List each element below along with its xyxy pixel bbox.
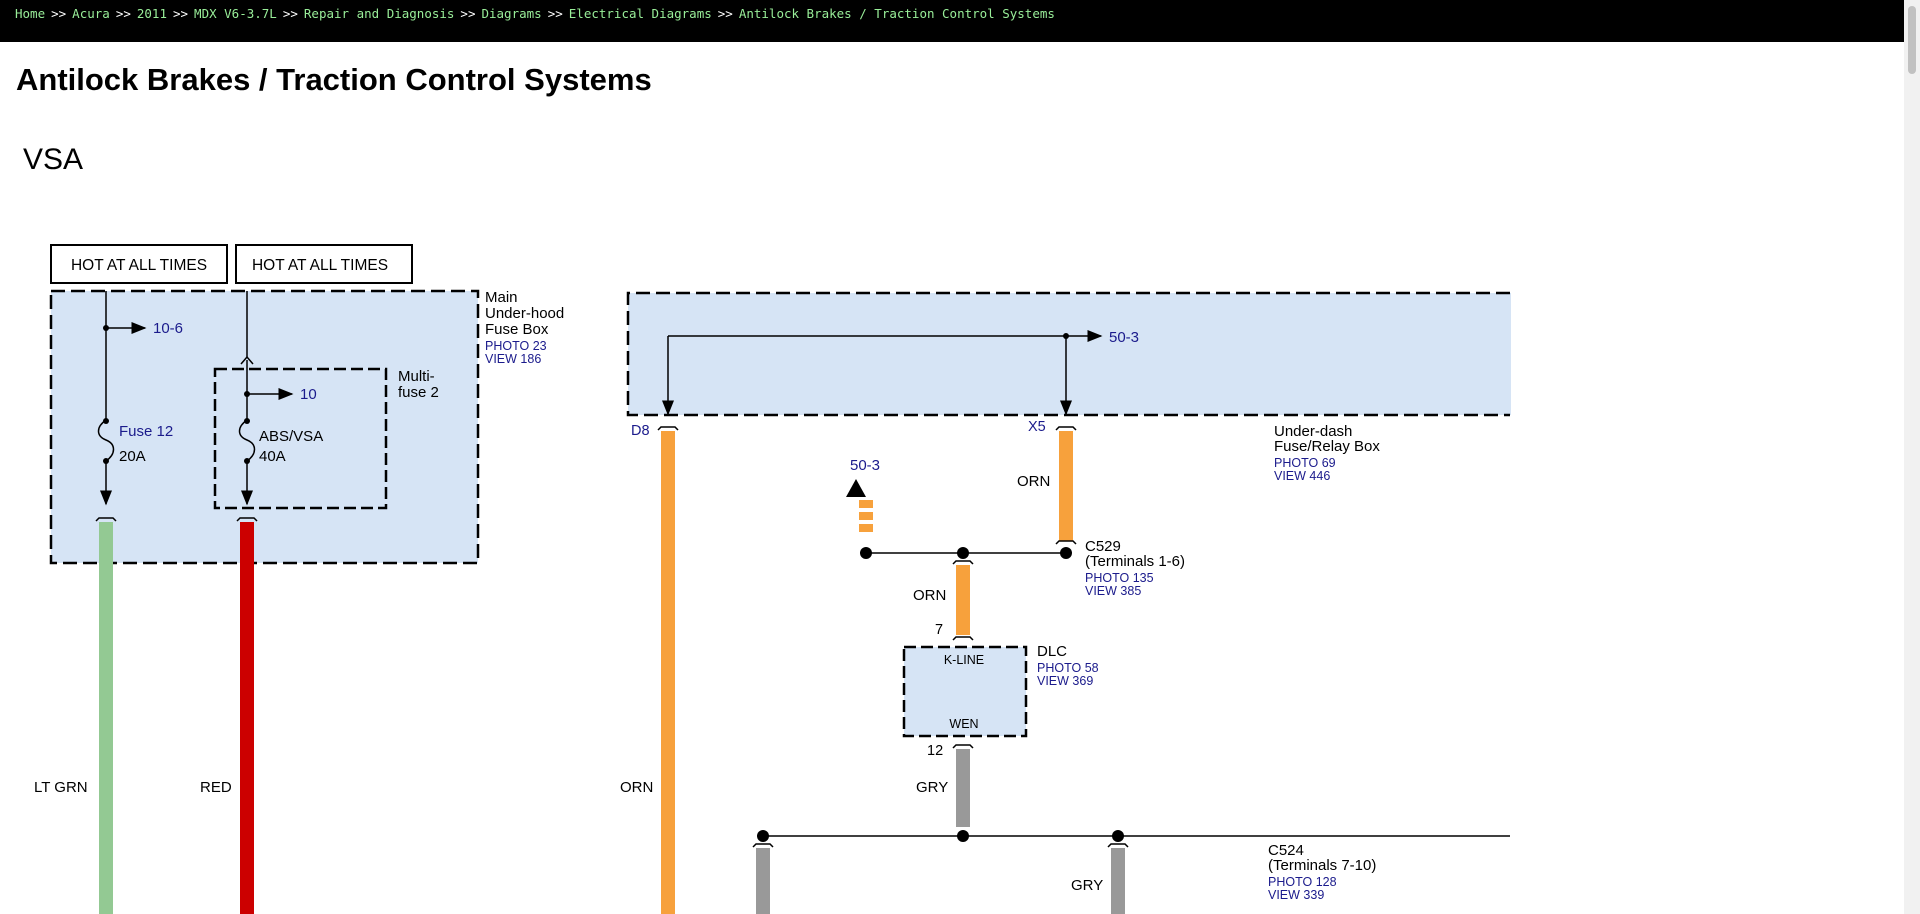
vertical-scrollbar[interactable]	[1904, 0, 1920, 914]
orn-wire-x5-label: ORN	[1017, 473, 1050, 490]
dlc-wen: WEN	[949, 717, 978, 731]
c529-connector-x5	[1055, 540, 1077, 545]
c524-node-left	[757, 830, 769, 842]
pin-x5: X5	[1028, 419, 1046, 435]
ref-50-3-stripe-1	[859, 500, 873, 508]
hot-at-all-times-label-2: HOT AT ALL TIMES	[252, 257, 388, 274]
abs-vsa-rating: 40A	[259, 448, 286, 465]
ref-50-3-stripe-3	[859, 524, 873, 532]
scrollbar-thumb[interactable]	[1908, 6, 1916, 74]
gry-wire-right	[1111, 848, 1125, 914]
c529-node-left	[860, 547, 872, 559]
dlc-kline: K-LINE	[944, 653, 984, 667]
c524-view[interactable]: VIEW 339	[1268, 888, 1324, 902]
wiring-diagram: VSA HOT AT ALL TIMES HOT AT ALL TIMES Ma…	[23, 143, 1904, 914]
ref-50-3-arrow[interactable]: 50-3	[850, 457, 880, 474]
c524-node-center	[957, 830, 969, 842]
pin-d8: D8	[631, 423, 650, 439]
gry-wire-dlc	[956, 749, 970, 827]
red-wire	[240, 522, 254, 914]
main-fuse-box-photo[interactable]: PHOTO 23	[485, 339, 547, 353]
orn-wire-x5	[1059, 431, 1073, 541]
c529-terminals: (Terminals 1-6)	[1085, 553, 1185, 570]
hot-at-all-times-label-1: HOT AT ALL TIMES	[71, 257, 207, 274]
d8-connector	[657, 426, 679, 431]
c524-node-right	[1112, 830, 1124, 842]
c524-photo[interactable]: PHOTO 128	[1268, 875, 1337, 889]
fuse12-terminal-top	[103, 418, 109, 424]
orn-wire-d8-label: ORN	[620, 779, 653, 796]
dlc-view[interactable]: VIEW 369	[1037, 674, 1093, 688]
dlc-connector-top	[952, 636, 974, 641]
diagram-title: VSA	[23, 143, 83, 176]
ltgrn-wire	[99, 522, 113, 914]
main-fuse-box-view[interactable]: VIEW 186	[485, 352, 541, 366]
dlc-pin-top: 7	[935, 622, 943, 638]
gry-wire-dlc-label: GRY	[916, 779, 948, 796]
fuse12-rating: 20A	[119, 448, 146, 465]
orn-wire-d8	[661, 431, 675, 914]
multi-fuse-label-2: fuse 2	[398, 384, 439, 401]
gry-wire-right-label: GRY	[1071, 877, 1103, 894]
ref-50-3-stripe-2	[859, 512, 873, 520]
dlc-connector-bottom	[952, 744, 974, 749]
ref-10-6[interactable]: 10-6	[153, 320, 183, 337]
c529-view[interactable]: VIEW 385	[1085, 584, 1141, 598]
underdash-box-right-mask	[1511, 280, 1904, 420]
c524-terminals: (Terminals 7-10)	[1268, 857, 1376, 874]
fuse12-name: Fuse 12	[119, 423, 173, 440]
main-fuse-box-label-3: Fuse Box	[485, 321, 549, 338]
x5-connector	[1055, 426, 1077, 431]
abs-vsa-name: ABS/VSA	[259, 428, 323, 445]
underdash-box-label-2: Fuse/Relay Box	[1274, 438, 1380, 455]
ref-50-3-arrowhead	[846, 479, 866, 497]
ref-10[interactable]: 10	[300, 386, 317, 403]
c529-photo[interactable]: PHOTO 135	[1085, 571, 1154, 585]
abs-vsa-terminal-top	[244, 418, 250, 424]
underdash-box-photo[interactable]: PHOTO 69	[1274, 456, 1336, 470]
ref-50-3-top[interactable]: 50-3	[1109, 329, 1139, 346]
red-wire-label: RED	[200, 779, 232, 796]
main-fuse-box-label-2: Under-hood	[485, 305, 564, 322]
ltgrn-wire-label: LT GRN	[34, 779, 88, 796]
c529-node-center	[957, 547, 969, 559]
c524-connector-left	[752, 843, 774, 848]
c524-connector-right	[1107, 843, 1129, 848]
gry-wire-left	[756, 848, 770, 914]
multi-fuse-label-1: Multi-	[398, 368, 435, 385]
dlc-name: DLC	[1037, 643, 1067, 660]
orn-wire-dlc-label: ORN	[913, 587, 946, 604]
dlc-pin-bottom: 12	[927, 743, 943, 759]
main-fuse-box-label-1: Main	[485, 289, 518, 306]
underdash-box-view[interactable]: VIEW 446	[1274, 469, 1330, 483]
c529-connector-dlc	[952, 560, 974, 565]
c529-node-right	[1060, 547, 1072, 559]
dlc-photo[interactable]: PHOTO 58	[1037, 661, 1099, 675]
orn-wire-dlc	[956, 565, 970, 635]
